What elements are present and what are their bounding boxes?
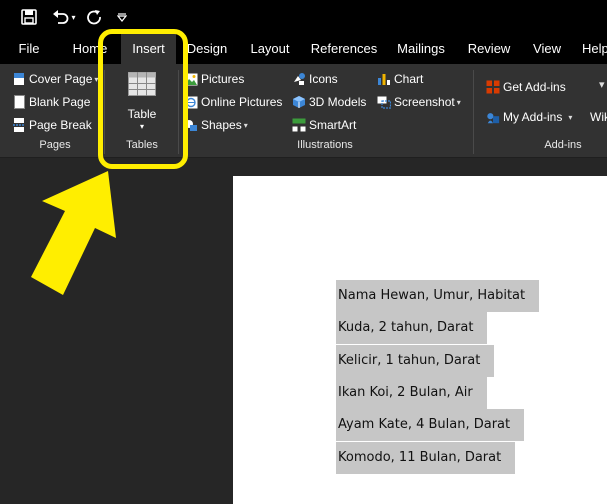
divider: [473, 70, 474, 154]
doc-line[interactable]: Komodo, 11 Bulan, Darat: [336, 442, 516, 474]
chart-label: Chart: [394, 72, 424, 86]
ribbon: Cover Page ▾ Blank Page Page Break Pages …: [0, 64, 607, 158]
quick-access-toolbar: ▾: [0, 0, 607, 34]
blank-page-button[interactable]: Blank Page: [12, 92, 90, 112]
chevron-down-icon: ▾: [456, 97, 461, 107]
tab-mailings[interactable]: Mailings: [392, 34, 450, 64]
pointer-arrow-icon: [31, 171, 116, 295]
icons-label: Icons: [309, 72, 338, 86]
get-addins-button[interactable]: Get Add-ins: [486, 77, 566, 97]
smartart-icon: [292, 118, 306, 132]
doc-line[interactable]: Nama Hewan, Umur, Habitat: [336, 280, 540, 312]
document-page[interactable]: Nama Hewan, Umur, Habitat Kuda, 2 tahun,…: [233, 176, 607, 504]
tab-review[interactable]: Review: [463, 34, 515, 64]
store-expand-icon[interactable]: ▾: [597, 74, 605, 94]
wikipedia-label: Wiki: [590, 110, 607, 124]
my-addins-label: My Add-ins: [503, 110, 563, 124]
illustrations-group-label: Illustrations: [297, 139, 353, 151]
cover-page-label: Cover Page: [29, 72, 93, 86]
doc-line[interactable]: Ayam Kate, 4 Bulan, Darat: [336, 409, 525, 441]
screenshot-label: Screenshot: [394, 95, 455, 109]
3d-models-label: 3D Models: [309, 95, 367, 109]
chevron-down-icon: ▾: [243, 120, 248, 130]
doc-line[interactable]: Kuda, 2 tahun, Darat: [336, 312, 488, 344]
tab-references[interactable]: References: [308, 34, 380, 64]
pictures-button[interactable]: Pictures: [184, 69, 244, 89]
addins-group-label: Add-ins: [544, 139, 582, 151]
screenshot-button[interactable]: Screenshot ▾: [377, 92, 461, 112]
my-addins-button[interactable]: My Add-ins ▾: [486, 107, 572, 127]
smartart-label: SmartArt: [309, 118, 357, 132]
doc-line[interactable]: Kelicir, 1 tahun, Darat: [336, 345, 495, 377]
wikipedia-button[interactable]: Wiki: [590, 107, 607, 127]
tab-design[interactable]: Design: [182, 34, 232, 64]
doc-line[interactable]: Ikan Koi, 2 Bulan, Air: [336, 377, 487, 409]
tab-file[interactable]: File: [9, 34, 49, 64]
cube-icon: [292, 95, 306, 109]
page-break-icon: [12, 118, 26, 132]
tab-view[interactable]: View: [527, 34, 567, 64]
icons-button[interactable]: Icons: [292, 69, 338, 89]
addins-store-icon: [486, 80, 500, 94]
puzzle-icon: [486, 110, 500, 124]
online-pictures-button[interactable]: Online Pictures: [184, 92, 282, 112]
shapes-label: Shapes: [201, 118, 242, 132]
table-highlight-outline: [98, 29, 188, 169]
blank-page-icon: [12, 95, 26, 109]
shapes-button[interactable]: Shapes ▾: [184, 115, 248, 135]
customize-icon[interactable]: [114, 5, 130, 29]
redo-icon[interactable]: [84, 5, 104, 29]
smartart-button[interactable]: SmartArt: [292, 115, 356, 135]
online-pictures-label: Online Pictures: [201, 95, 283, 109]
3d-models-button[interactable]: 3D Models: [292, 92, 366, 112]
chart-button[interactable]: Chart: [377, 69, 423, 89]
save-icon[interactable]: [18, 5, 40, 29]
screenshot-icon: [377, 95, 391, 109]
blank-page-label: Blank Page: [29, 95, 91, 109]
tab-help[interactable]: Help: [582, 34, 607, 64]
get-addins-label: Get Add-ins: [503, 80, 566, 94]
pages-group-label: Pages: [39, 139, 71, 151]
ribbon-tabs: File Home Insert Design Layout Reference…: [0, 34, 607, 64]
undo-icon[interactable]: ▾: [50, 5, 78, 29]
chart-icon: [377, 72, 391, 86]
page-break-button[interactable]: Page Break: [12, 115, 92, 135]
cover-page-icon: [12, 72, 26, 86]
tab-layout[interactable]: Layout: [244, 34, 296, 64]
cover-page-button[interactable]: Cover Page ▾: [12, 69, 98, 89]
pictures-label: Pictures: [201, 72, 245, 86]
icons-icon: [292, 72, 306, 86]
page-break-label: Page Break: [29, 118, 92, 132]
chevron-down-icon: ▾: [568, 112, 573, 122]
